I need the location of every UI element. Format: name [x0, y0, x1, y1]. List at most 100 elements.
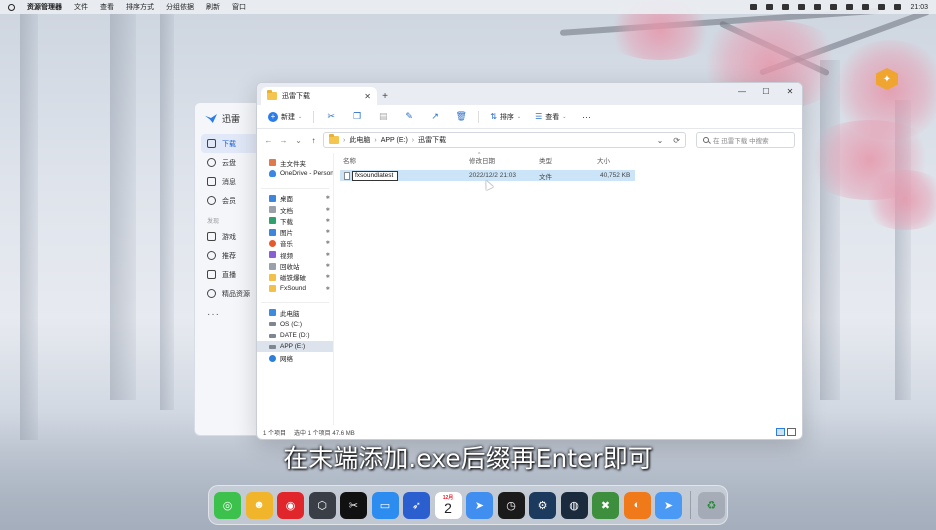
address-dropdown-icon[interactable]: ⌄: [657, 136, 664, 145]
share-button[interactable]: ↗: [424, 109, 446, 125]
wechat-icon[interactable]: ◎: [214, 491, 241, 519]
flag-icon[interactable]: [846, 4, 854, 10]
cut-button[interactable]: ✂: [320, 109, 342, 125]
breadcrumb-drive[interactable]: APP (E:): [381, 137, 408, 144]
nav-item[interactable]: 音乐 ✱: [257, 238, 333, 249]
xunlei-icon[interactable]: ➤: [655, 491, 682, 519]
nav-item[interactable]: 此电脑: [257, 307, 333, 318]
menu-window[interactable]: 窗口: [232, 2, 246, 12]
back-arrow-icon[interactable]: ←: [263, 136, 274, 145]
breadcrumb-this-pc[interactable]: 此电脑: [349, 135, 370, 145]
xbox-icon[interactable]: ✖: [592, 491, 619, 519]
xunlei-nav-item[interactable]: 精品资源: [195, 284, 263, 303]
lock-icon[interactable]: [830, 4, 838, 10]
copy-button[interactable]: ❐: [346, 109, 368, 125]
xunlei-nav-item[interactable]: 消息: [195, 172, 263, 191]
nav-item[interactable]: 视频 ✱: [257, 249, 333, 260]
nav-item[interactable]: OneDrive - Person: [257, 168, 333, 179]
more-options-button[interactable]: ···: [575, 109, 597, 125]
network-icon[interactable]: [814, 4, 822, 10]
nav-item[interactable]: FxSound ✱: [257, 283, 333, 294]
xunlei-nav-item[interactable]: 推荐: [195, 246, 263, 265]
address-bar[interactable]: › 此电脑 › APP (E:) › 迅雷下载 ⌄ ⟳: [323, 132, 686, 148]
details-view-button[interactable]: [776, 428, 785, 436]
menu-file[interactable]: 文件: [74, 2, 88, 12]
nav-item[interactable]: 磁铁爆破 ✱: [257, 272, 333, 283]
steam-icon[interactable]: ⚙: [529, 491, 556, 519]
nav-item[interactable]: OS (C:): [257, 319, 333, 330]
sort-label: 排序: [499, 113, 514, 121]
nav-item[interactable]: 文档 ✱: [257, 204, 333, 215]
app-icon[interactable]: ⬡: [308, 491, 336, 519]
nav-item[interactable]: 回收站 ✱: [257, 260, 333, 271]
desktop-icon[interactable]: ▭: [371, 491, 399, 519]
forward-arrow-icon[interactable]: →: [278, 136, 289, 145]
nav-item[interactable]: 主文件夹: [257, 157, 333, 168]
xunlei-nav-item[interactable]: 直播: [195, 265, 263, 284]
finder-icon[interactable]: ☻: [245, 491, 273, 519]
sort-button[interactable]: ⇅ 排序 ⌄: [485, 109, 526, 125]
app-icon[interactable]: ◐: [623, 491, 651, 519]
column-type[interactable]: 类型: [539, 155, 552, 165]
search-input[interactable]: 在 迅雷下载 中搜索: [696, 132, 795, 148]
control-center-icon[interactable]: [894, 4, 902, 10]
tab-close-icon[interactable]: ✕: [364, 92, 371, 101]
up-arrow-icon[interactable]: ↑: [308, 136, 319, 145]
xunlei-nav-item[interactable]: 云盘: [195, 153, 263, 172]
column-name[interactable]: 名称: [343, 155, 356, 165]
capcut-icon[interactable]: ✂: [340, 491, 367, 519]
xunlei-more-button[interactable]: ···: [195, 303, 263, 326]
recent-chevron-icon[interactable]: ⌄: [293, 136, 304, 145]
battery-icon[interactable]: [782, 4, 790, 10]
delete-button[interactable]: 🗑: [450, 109, 472, 125]
xunlei-section-label: 发现: [207, 219, 220, 225]
recycle-bin-icon[interactable]: ♻: [698, 491, 725, 519]
drive-icon: [269, 333, 276, 338]
rename-button[interactable]: ✎: [398, 109, 420, 125]
nav-item[interactable]: APP (E:): [257, 341, 333, 353]
menubar-app-name[interactable]: 资源管理器: [27, 2, 62, 12]
user-icon[interactable]: [862, 4, 870, 10]
menu-sort[interactable]: 排序方式: [126, 2, 154, 12]
nav-item[interactable]: 网络: [257, 352, 333, 363]
close-button[interactable]: ✕: [778, 83, 802, 99]
view-button[interactable]: ☰ 查看 ⌄: [530, 109, 571, 125]
menu-refresh[interactable]: 刷新: [206, 2, 220, 12]
search-icon[interactable]: [878, 4, 886, 10]
calendar-icon[interactable]: 12月 2: [434, 491, 462, 519]
xunlei-nav-item[interactable]: 游戏: [195, 227, 263, 246]
clock-icon[interactable]: ◷: [497, 491, 525, 519]
system-menu-icon[interactable]: [8, 3, 15, 11]
rocket-icon[interactable]: ➶: [403, 491, 430, 519]
toolbar-divider: [478, 110, 480, 123]
xunlei-icon[interactable]: ➤: [466, 491, 493, 519]
netease-music-icon[interactable]: ◉: [277, 491, 304, 519]
nav-item[interactable]: 图片 ✱: [257, 226, 333, 237]
display-icon[interactable]: [798, 4, 806, 10]
xunlei-nav-item[interactable]: 会员: [195, 191, 263, 210]
nav-item[interactable]: 下载 ✱: [257, 215, 333, 226]
nav-item[interactable]: DATE (D:): [257, 330, 333, 341]
tiles-view-button[interactable]: [787, 428, 796, 436]
column-date[interactable]: 修改日期: [469, 155, 495, 165]
column-size[interactable]: 大小: [597, 155, 610, 165]
menu-group[interactable]: 分组依据: [166, 2, 194, 12]
minimize-button[interactable]: —: [730, 83, 754, 99]
paste-button[interactable]: ▤: [372, 109, 394, 125]
breadcrumb-folder[interactable]: 迅雷下载: [418, 135, 446, 145]
refresh-icon[interactable]: ⟳: [673, 136, 680, 145]
rename-input[interactable]: fxsoundlatest: [352, 170, 398, 181]
app-icon[interactable]: ◍: [560, 491, 588, 519]
bluetooth-icon[interactable]: [750, 4, 758, 10]
nav-item[interactable]: 桌面 ✱: [257, 193, 333, 204]
maximize-button[interactable]: ☐: [754, 83, 778, 99]
wifi-icon[interactable]: [766, 4, 774, 10]
selection-info: 选中 1 个项目 47.6 MB: [294, 430, 355, 437]
new-tab-button[interactable]: +: [377, 87, 393, 105]
tab-current[interactable]: 迅雷下载 ✕: [261, 87, 377, 105]
new-button[interactable]: + 新建 ⌄: [263, 109, 307, 125]
clock[interactable]: 21:03: [910, 4, 928, 11]
nav-item-label: APP (E:): [280, 343, 306, 351]
menu-view[interactable]: 查看: [100, 2, 114, 12]
xunlei-nav-item[interactable]: 下载: [201, 134, 259, 153]
